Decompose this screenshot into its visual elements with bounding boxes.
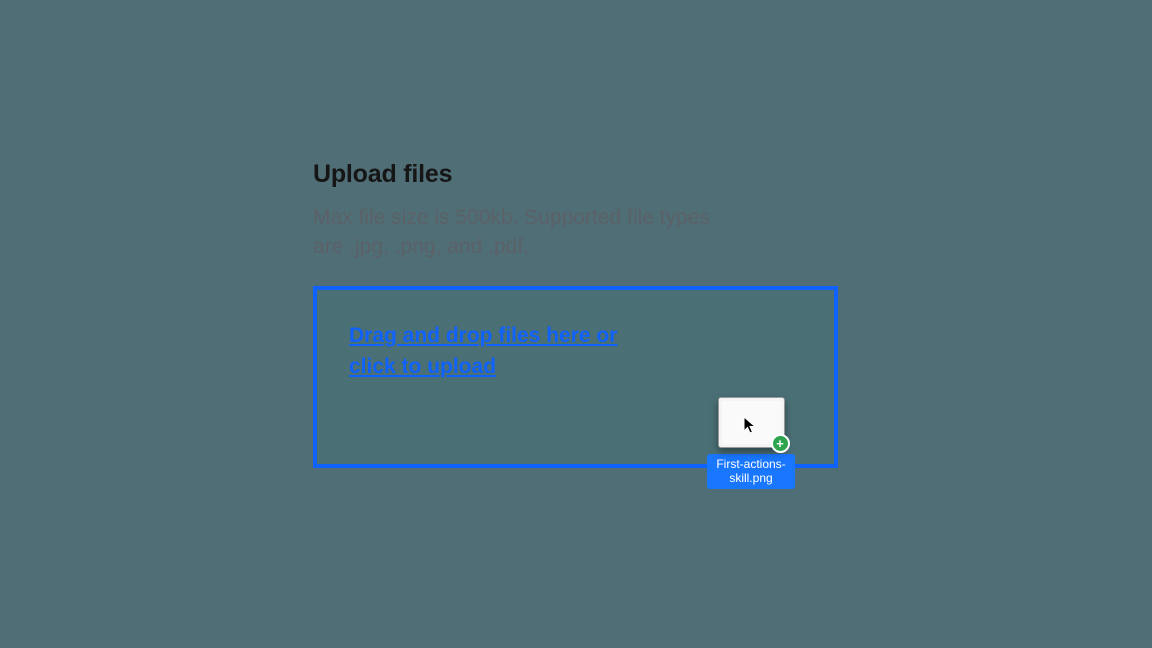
uploader-description: Max file size is 500kb. Supported file t…	[313, 203, 713, 262]
uploader-title: Upload files	[313, 160, 839, 189]
file-uploader: Upload files Max file size is 500kb. Sup…	[313, 160, 839, 468]
file-dropzone[interactable]: Drag and drop files here or click to upl…	[313, 286, 838, 468]
dropzone-instruction-link[interactable]: Drag and drop files here or click to upl…	[349, 320, 669, 383]
